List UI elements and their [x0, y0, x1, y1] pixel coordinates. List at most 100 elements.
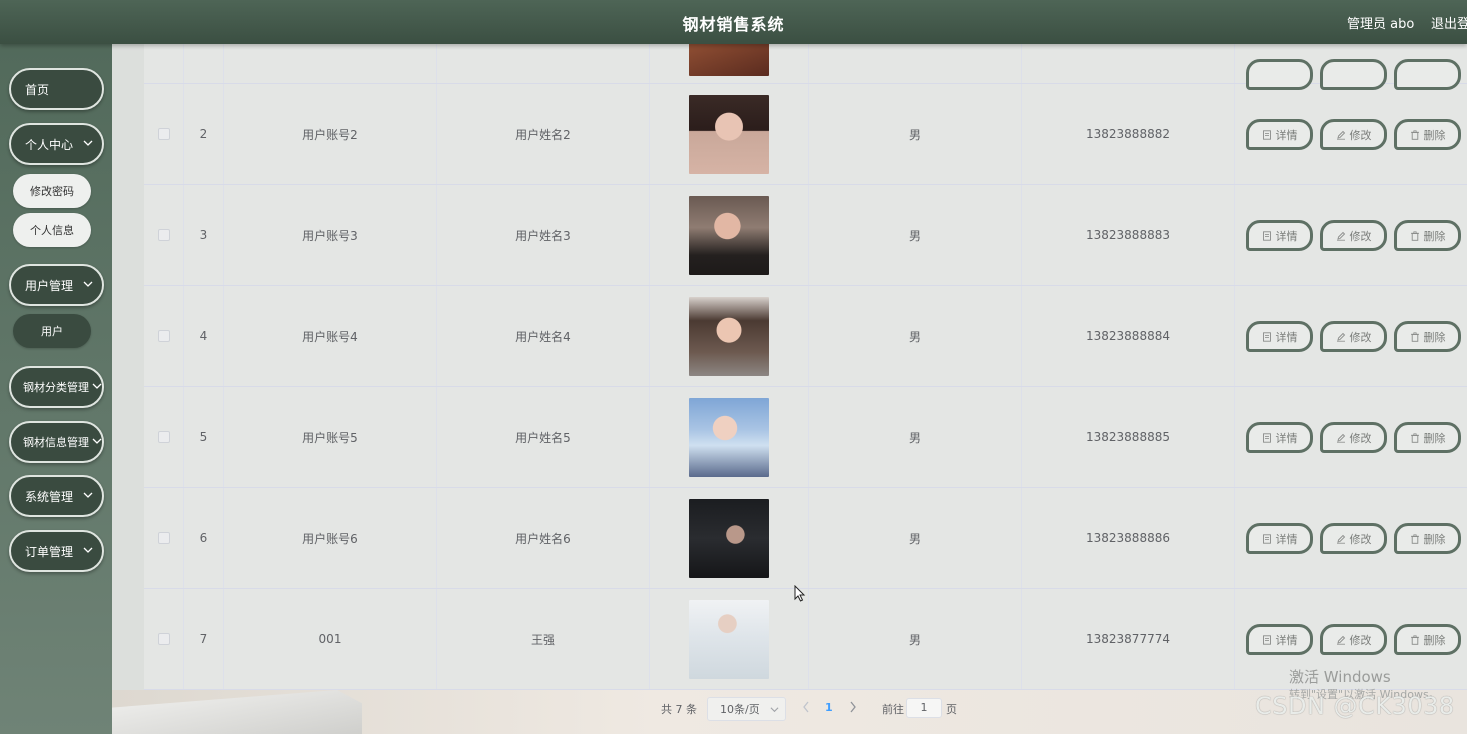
logout-button[interactable]: 退出登	[1431, 13, 1467, 32]
document-icon	[1262, 230, 1271, 241]
edit-button-label: 修改	[1349, 532, 1372, 546]
row-actions: 详情 修改 删除	[1235, 387, 1467, 487]
user-account-cell: 用户账号5	[224, 387, 437, 487]
sidebar-subitem-change-password[interactable]: 修改密码	[13, 174, 91, 208]
detail-button-label: 详情	[1275, 128, 1298, 142]
user-photo	[689, 498, 769, 578]
table-cell	[650, 286, 809, 386]
edit-button[interactable]: 修改	[1320, 523, 1387, 554]
edit-button[interactable]: 修改	[1320, 624, 1387, 655]
user-photo	[689, 397, 769, 477]
edit-button[interactable]: 修改	[1320, 119, 1387, 150]
pencil-icon	[1336, 130, 1345, 140]
sidebar-item-home[interactable]: 首页	[9, 68, 104, 110]
windows-activation-title: 激活 Windows	[1289, 668, 1391, 686]
detail-button-label: 详情	[1275, 532, 1298, 546]
row-actions: 详情 修改 删除	[1235, 286, 1467, 386]
app-title: 钢材销售系统	[682, 15, 785, 34]
table-cell	[144, 488, 184, 588]
row-checkbox[interactable]	[157, 633, 170, 645]
detail-button[interactable]: 详情	[1246, 523, 1313, 554]
row-checkbox[interactable]	[157, 229, 170, 241]
user-sex-cell: 男	[809, 488, 1022, 588]
user-phone-cell: 13823888883	[1022, 185, 1235, 285]
user-sex-cell: 男	[809, 589, 1022, 689]
chevron-down-icon	[92, 383, 102, 389]
chevron-down-icon	[83, 140, 93, 146]
page-number-current[interactable]: 1	[825, 701, 833, 714]
user-name-cell: 王强	[437, 589, 650, 689]
trash-icon	[1410, 533, 1419, 544]
trash-icon	[1410, 634, 1419, 645]
sidebar-item-label: 首页	[25, 82, 50, 97]
detail-button[interactable]: 详情	[1246, 624, 1313, 655]
sidebar-item-orders[interactable]: 订单管理	[9, 530, 104, 572]
user-photo	[689, 195, 769, 275]
prev-page-icon[interactable]	[801, 700, 811, 714]
user-photo	[689, 599, 769, 679]
delete-button-label: 删除	[1423, 532, 1446, 546]
document-icon	[1262, 533, 1271, 544]
edit-button[interactable]: 修改	[1320, 321, 1387, 352]
detail-button[interactable]: 详情	[1246, 220, 1313, 251]
table-cell	[144, 589, 184, 689]
sidebar-item-label: 个人中心	[25, 137, 74, 152]
table-cell	[650, 589, 809, 689]
user-account-cell: 用户账号2	[224, 84, 437, 184]
row-checkbox[interactable]	[157, 431, 170, 443]
edit-button-label: 修改	[1349, 330, 1372, 344]
detail-button-label: 详情	[1275, 431, 1298, 445]
delete-button[interactable]: 删除	[1394, 321, 1461, 352]
sidebar-subitem-users[interactable]: 用户	[13, 314, 91, 348]
chevron-down-icon	[83, 281, 93, 287]
admin-user-label: 管理员 abo	[1347, 17, 1415, 32]
sidebar-item-label: 用户管理	[25, 278, 74, 293]
table-cell	[144, 387, 184, 487]
next-page-icon[interactable]	[848, 700, 858, 714]
user-phone-cell: 13823888886	[1022, 488, 1235, 588]
sidebar-subitem-personal-info[interactable]: 个人信息	[13, 213, 91, 247]
delete-button[interactable]: 删除	[1394, 422, 1461, 453]
pagination-total: 共 7 条	[661, 703, 697, 716]
delete-button-label: 删除	[1423, 229, 1446, 243]
mouse-cursor-icon	[794, 585, 806, 602]
table-row: 5 用户账号5 用户姓名5 男 13823888885 详情 修改 删除	[144, 387, 1467, 488]
detail-button[interactable]: 详情	[1246, 422, 1313, 453]
page-size-select[interactable]: 10条/页	[707, 697, 786, 721]
delete-button-label: 删除	[1423, 633, 1446, 647]
chevron-down-icon	[83, 492, 93, 498]
detail-button-label: 详情	[1275, 633, 1298, 647]
detail-button[interactable]: 详情	[1246, 321, 1313, 352]
delete-button[interactable]: 删除	[1394, 119, 1461, 150]
row-checkbox[interactable]	[157, 532, 170, 544]
row-checkbox[interactable]	[157, 330, 170, 342]
table-cell	[144, 185, 184, 285]
sidebar-item-steel-info[interactable]: 钢材信息管理	[9, 421, 104, 463]
goto-page-input[interactable]: 1	[906, 698, 942, 718]
delete-button[interactable]: 删除	[1394, 624, 1461, 655]
sidebar-item-system[interactable]: 系统管理	[9, 475, 104, 517]
table-row: 6 用户账号6 用户姓名6 男 13823888886 详情 修改 删除	[144, 488, 1467, 589]
table-row: 7 001 王强 男 13823877774 详情 修改 删除	[144, 589, 1467, 690]
detail-button[interactable]: 详情	[1246, 119, 1313, 150]
row-checkbox[interactable]	[157, 128, 170, 140]
chevron-down-icon	[92, 438, 102, 444]
user-sex-cell: 男	[809, 286, 1022, 386]
table-cell	[650, 488, 809, 588]
content-gutter	[112, 44, 144, 690]
document-icon	[1262, 634, 1271, 645]
edit-button-label: 修改	[1349, 128, 1372, 142]
sidebar-item-steel-category[interactable]: 钢材分类管理	[9, 366, 104, 408]
trash-icon	[1410, 331, 1419, 342]
edit-button[interactable]: 修改	[1320, 422, 1387, 453]
delete-button[interactable]: 删除	[1394, 220, 1461, 251]
table-cell	[650, 387, 809, 487]
delete-button-label: 删除	[1423, 330, 1446, 344]
sidebar-item-user-management[interactable]: 用户管理	[9, 264, 104, 306]
sidebar-item-label: 系统管理	[25, 489, 74, 504]
edit-button[interactable]: 修改	[1320, 220, 1387, 251]
sidebar-item-personal-center[interactable]: 个人中心	[9, 123, 104, 165]
sidebar-item-label: 钢材信息管理	[23, 436, 89, 449]
user-sex-cell: 男	[809, 84, 1022, 184]
delete-button[interactable]: 删除	[1394, 523, 1461, 554]
